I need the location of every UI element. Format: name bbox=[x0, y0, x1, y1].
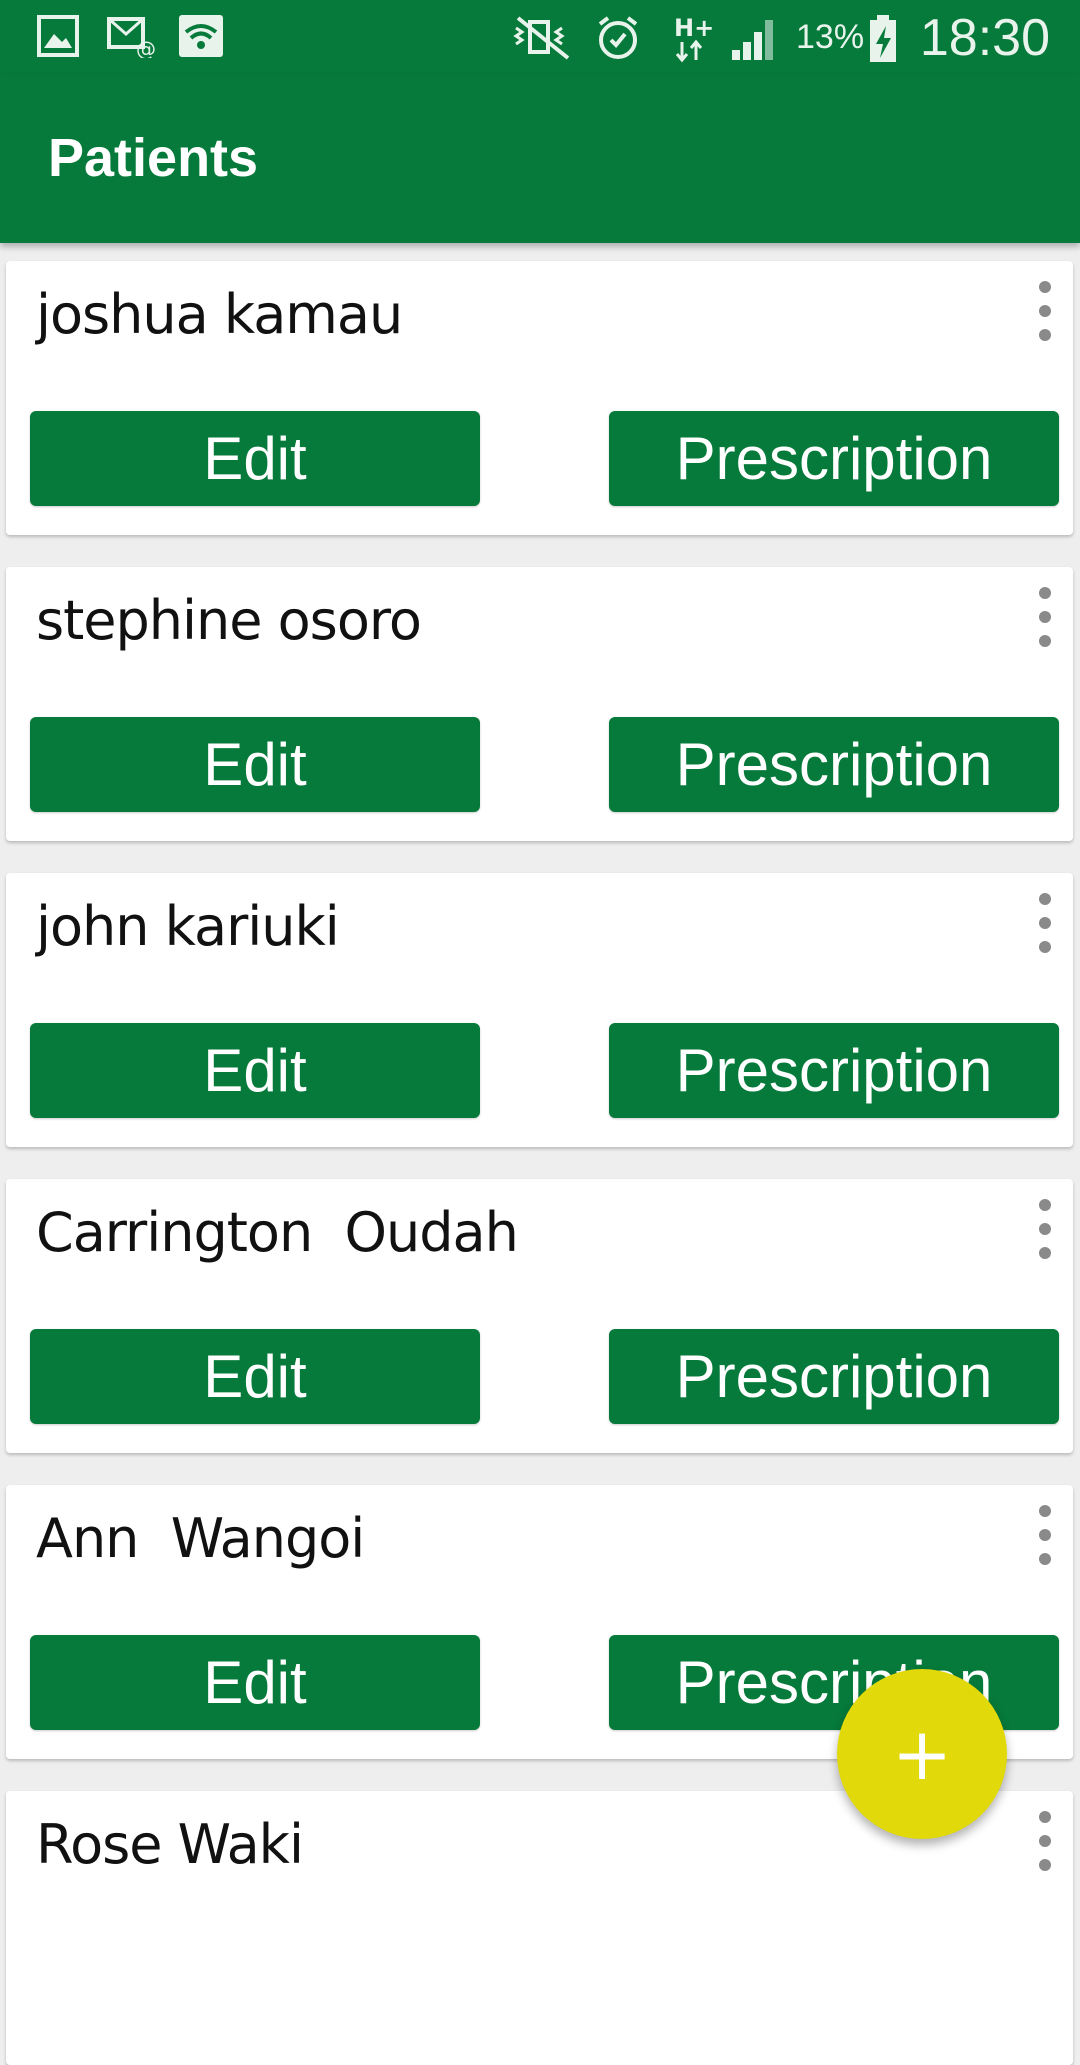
more-options-icon[interactable] bbox=[1031, 281, 1059, 341]
add-patient-fab[interactable]: + bbox=[837, 1669, 1007, 1839]
patient-card: joshua kamau Edit Prescription bbox=[6, 261, 1073, 535]
patient-name: Carrington Oudah bbox=[36, 1201, 519, 1264]
patient-name: stephine osoro bbox=[36, 589, 422, 652]
signal-icon bbox=[732, 20, 773, 60]
status-bar: @ H+ 13% 18:30 bbox=[0, 0, 1080, 75]
edit-button[interactable]: Edit bbox=[30, 1635, 480, 1730]
patient-card: john kariuki Edit Prescription bbox=[6, 873, 1073, 1147]
gallery-icon bbox=[37, 15, 79, 57]
edit-button[interactable]: Edit bbox=[30, 1023, 480, 1118]
battery-charging-icon bbox=[870, 15, 896, 62]
prescription-button[interactable]: Prescription bbox=[609, 411, 1059, 506]
more-options-icon[interactable] bbox=[1031, 1199, 1059, 1259]
alarm-icon bbox=[598, 16, 638, 59]
prescription-button[interactable]: Prescription bbox=[609, 1329, 1059, 1424]
wifi-icon bbox=[179, 15, 223, 57]
mute-icon bbox=[513, 16, 570, 60]
svg-text:@: @ bbox=[136, 37, 156, 58]
svg-text:H+: H+ bbox=[674, 14, 712, 42]
edit-button[interactable]: Edit bbox=[30, 717, 480, 812]
patient-name: joshua kamau bbox=[36, 283, 403, 346]
status-time: 18:30 bbox=[919, 9, 1050, 67]
more-options-icon[interactable] bbox=[1031, 587, 1059, 647]
more-options-icon[interactable] bbox=[1031, 893, 1059, 953]
more-options-icon[interactable] bbox=[1031, 1811, 1059, 1871]
page-title: Patients bbox=[48, 128, 259, 188]
email-notification-icon: @ bbox=[107, 17, 156, 58]
edit-button[interactable]: Edit bbox=[30, 411, 480, 506]
edit-button[interactable]: Edit bbox=[30, 1329, 480, 1424]
battery-percent: 13% bbox=[796, 18, 865, 56]
patient-card: Carrington Oudah Edit Prescription bbox=[6, 1179, 1073, 1453]
plus-icon: + bbox=[891, 1712, 953, 1796]
patient-card: stephine osoro Edit Prescription bbox=[6, 567, 1073, 841]
app-bar: Patients bbox=[0, 75, 1080, 243]
patient-name: john kariuki bbox=[36, 895, 340, 958]
data-hplus-icon: H+ bbox=[674, 14, 712, 63]
prescription-button[interactable]: Prescription bbox=[609, 717, 1059, 812]
patient-name: Rose Waki bbox=[36, 1813, 304, 1876]
prescription-button[interactable]: Prescription bbox=[609, 1023, 1059, 1118]
patient-name: Ann Wangoi bbox=[36, 1507, 365, 1570]
more-options-icon[interactable] bbox=[1031, 1505, 1059, 1565]
